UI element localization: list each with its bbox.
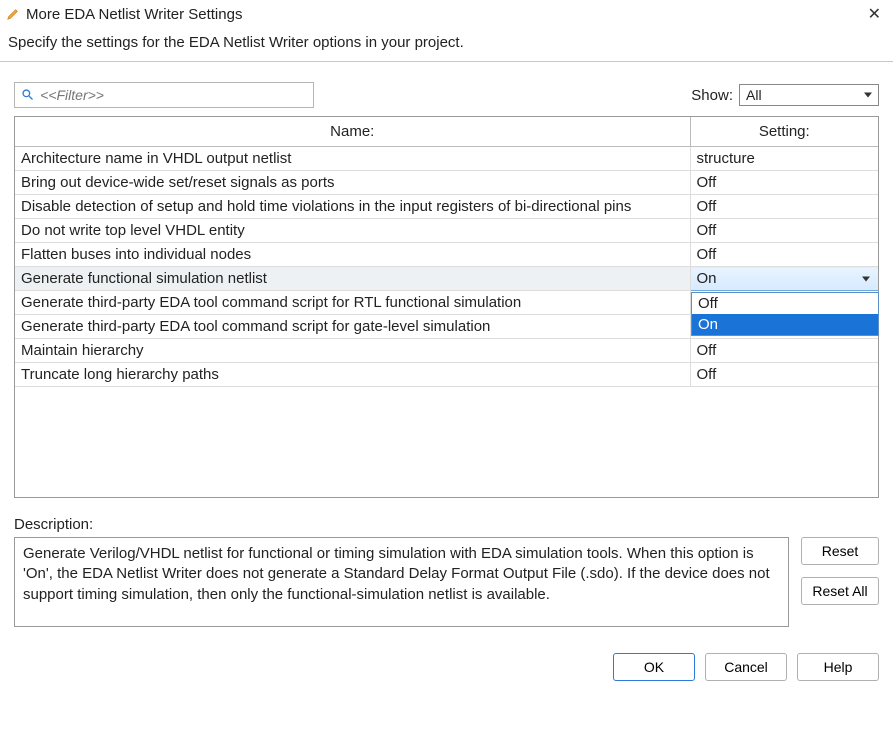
table-row[interactable]: Maintain hierarchyOff: [15, 339, 878, 363]
setting-name-cell[interactable]: Truncate long hierarchy paths: [15, 363, 690, 387]
setting-name-cell[interactable]: Flatten buses into individual nodes: [15, 243, 690, 267]
reset-button[interactable]: Reset: [801, 537, 879, 565]
show-label: Show:: [691, 87, 733, 104]
controls-row: Show: All: [0, 62, 893, 116]
column-header-setting[interactable]: Setting:: [690, 117, 878, 147]
cancel-button[interactable]: Cancel: [705, 653, 787, 681]
setting-name-cell[interactable]: Generate third-party EDA tool command sc…: [15, 315, 690, 339]
description-area: Generate Verilog/VHDL netlist for functi…: [14, 537, 879, 627]
table-row[interactable]: Truncate long hierarchy pathsOff: [15, 363, 878, 387]
setting-value-cell[interactable]: Off: [690, 195, 878, 219]
table-row[interactable]: Generate functional simulation netlistOn: [15, 267, 878, 291]
side-buttons: Reset Reset All: [801, 537, 879, 605]
setting-value-cell[interactable]: On: [690, 267, 878, 291]
setting-value-cell[interactable]: Off: [690, 363, 878, 387]
setting-name-cell[interactable]: Bring out device-wide set/reset signals …: [15, 171, 690, 195]
dropdown-option[interactable]: On: [692, 314, 878, 335]
table-row[interactable]: Architecture name in VHDL output netlist…: [15, 147, 878, 171]
chevron-down-icon: [864, 93, 872, 98]
setting-value-cell[interactable]: Off: [690, 219, 878, 243]
table-empty-area: [15, 387, 878, 497]
setting-dropdown[interactable]: OffOn: [691, 292, 879, 336]
settings-table-container: Name: Setting: Architecture name in VHDL…: [14, 116, 879, 498]
setting-name-cell[interactable]: Do not write top level VHDL entity: [15, 219, 690, 243]
setting-value-cell[interactable]: Off: [690, 171, 878, 195]
close-button[interactable]: ✕: [864, 4, 885, 24]
window-subtitle: Specify the settings for the EDA Netlist…: [0, 30, 893, 62]
setting-value-cell[interactable]: structure: [690, 147, 878, 171]
show-select[interactable]: All: [739, 84, 879, 106]
setting-name-cell[interactable]: Architecture name in VHDL output netlist: [15, 147, 690, 171]
show-select-value: All: [746, 87, 762, 103]
table-row[interactable]: Disable detection of setup and hold time…: [15, 195, 878, 219]
column-header-name[interactable]: Name:: [15, 117, 690, 147]
ok-button[interactable]: OK: [613, 653, 695, 681]
setting-name-cell[interactable]: Maintain hierarchy: [15, 339, 690, 363]
description-label: Description:: [14, 516, 879, 533]
setting-name-cell[interactable]: Generate functional simulation netlist: [15, 267, 690, 291]
window-title: More EDA Netlist Writer Settings: [26, 6, 242, 23]
dialog-footer: OK Cancel Help: [0, 627, 893, 695]
filter-input[interactable]: [38, 86, 307, 104]
table-row[interactable]: Bring out device-wide set/reset signals …: [15, 171, 878, 195]
setting-value-cell[interactable]: Off: [690, 339, 878, 363]
pencil-icon: [6, 7, 20, 21]
table-row[interactable]: Do not write top level VHDL entityOff: [15, 219, 878, 243]
setting-value-cell[interactable]: Off: [690, 243, 878, 267]
dropdown-option[interactable]: Off: [692, 293, 878, 314]
settings-table: Name: Setting: Architecture name in VHDL…: [15, 117, 878, 387]
filter-box[interactable]: [14, 82, 314, 108]
description-text: Generate Verilog/VHDL netlist for functi…: [14, 537, 789, 627]
table-row[interactable]: Flatten buses into individual nodesOff: [15, 243, 878, 267]
help-button[interactable]: Help: [797, 653, 879, 681]
setting-name-cell[interactable]: Generate third-party EDA tool command sc…: [15, 291, 690, 315]
title-bar: More EDA Netlist Writer Settings ✕: [0, 0, 893, 30]
setting-name-cell[interactable]: Disable detection of setup and hold time…: [15, 195, 690, 219]
reset-all-button[interactable]: Reset All: [801, 577, 879, 605]
search-icon: [21, 88, 34, 102]
